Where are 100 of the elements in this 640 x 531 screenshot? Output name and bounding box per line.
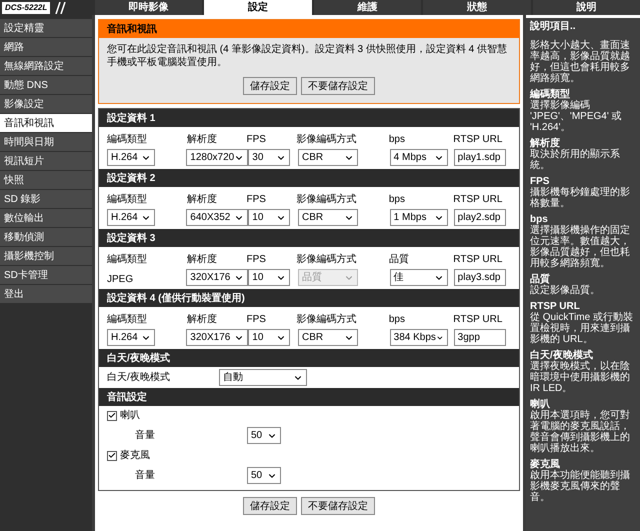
section-header: 音訊設定	[99, 388, 519, 406]
dropdown[interactable]: 佳	[390, 269, 448, 286]
field-label: 白天/夜晚模式	[107, 370, 171, 385]
column-label: 影像編碼方式	[296, 194, 356, 205]
dropdown[interactable]: 4 Mbps	[390, 149, 448, 166]
sidebar-item[interactable]: 音訊和視訊	[0, 114, 92, 132]
sidebar-item[interactable]: 網路	[0, 38, 92, 56]
dropdown[interactable]: 1 Mbps	[390, 209, 448, 226]
checkbox[interactable]	[107, 410, 117, 420]
form-button[interactable]: 不要儲存設定	[301, 497, 375, 515]
help-text: 設定影像品質。	[530, 285, 601, 296]
help-text: 取決於所用的顯示系統。	[530, 149, 621, 171]
panel-title: 音訊和視訊	[99, 20, 519, 38]
section-header: 設定資料 1	[99, 109, 519, 127]
column-label: 影像編碼方式	[296, 254, 356, 265]
column-label: FPS	[246, 314, 266, 325]
help-heading: 編碼類型	[530, 89, 571, 100]
help-text: 從 QuickTime 或行動裝置檢視時，用來連到攝影機的 URL。	[530, 312, 634, 345]
sidebar-item[interactable]: 快照	[0, 171, 92, 189]
checkbox-label: 喇叭	[120, 408, 140, 423]
sidebar-item[interactable]: 數位輸出	[0, 209, 92, 227]
dropdown[interactable]: 10	[248, 269, 290, 286]
sidebar-item[interactable]: 設定精靈	[0, 19, 92, 37]
sidebar-item[interactable]: 無線網路設定	[0, 57, 92, 75]
column-label: 編碼類型	[107, 314, 147, 325]
column-label: 解析度	[186, 314, 217, 325]
url-field[interactable]: play1.sdp	[454, 149, 506, 166]
dropdown[interactable]: 640X352	[186, 209, 248, 226]
nav-tab[interactable]: 說明	[532, 0, 640, 15]
sidebar-item[interactable]: SD 錄影	[0, 190, 92, 208]
column-label: bps	[388, 194, 405, 205]
checkbox[interactable]	[107, 450, 117, 460]
nav-tab[interactable]: 設定	[204, 0, 312, 15]
column-label: FPS	[246, 194, 266, 205]
dropdown[interactable]: 320X176	[186, 269, 248, 286]
help-text: 影格大小越大、畫面速率越高，影像品質就越好，但這也會耗用較多網路頻寬。	[530, 40, 631, 84]
check-icon	[108, 411, 116, 420]
help-heading: FPS	[530, 176, 550, 187]
help-text: 啟用本功能便能聽到攝影機麥克風傳來的聲音。	[530, 470, 631, 503]
intro-text: 您可在此設定音訊和視訊 (4 筆影像設定資料)。設定資料 3 供快照使用，設定資料 4 供智慧手機或平板電腦裝置使用。	[106, 42, 508, 69]
sidebar-item[interactable]: 攝影機控制	[0, 247, 92, 265]
sidebar-item[interactable]: SD卡管理	[0, 266, 92, 284]
help-heading: 解析度	[530, 138, 560, 149]
field-label: 音量	[134, 428, 156, 443]
help-heading: 喇叭	[530, 399, 550, 410]
column-label: RTSP URL	[453, 254, 502, 265]
dropdown[interactable]: CBR	[298, 149, 358, 166]
url-field[interactable]: play3.sdp	[454, 269, 506, 286]
dropdown[interactable]: 1280x720	[186, 149, 248, 166]
column-label: 影像編碼方式	[296, 314, 356, 325]
nav-tab[interactable]: 狀態	[423, 0, 531, 15]
column-label: 編碼類型	[107, 194, 147, 205]
column-label: 編碼類型	[107, 134, 147, 145]
form-button[interactable]: 儲存設定	[243, 77, 297, 95]
column-label: bps	[388, 134, 405, 145]
dropdown[interactable]: H.264	[107, 209, 155, 226]
sidebar-item[interactable]: 影像設定	[0, 95, 92, 113]
sidebar-item[interactable]: 移動偵測	[0, 228, 92, 246]
dropdown[interactable]: 30	[248, 149, 290, 166]
column-label: 解析度	[186, 254, 217, 265]
dropdown[interactable]: CBR	[298, 329, 358, 346]
dropdown[interactable]: 10	[248, 329, 290, 346]
help-text: 選擇攝影機操作的固定位元速率。數值越大，影像品質越好，但也耗用較多網路頻寬。	[530, 225, 631, 269]
column-label: FPS	[246, 134, 266, 145]
url-field[interactable]: 3gpp	[454, 329, 506, 346]
dropdown[interactable]: 50	[247, 467, 281, 484]
checkbox-label: 麥克風	[120, 448, 150, 463]
help-title: 說明項目..	[530, 21, 577, 32]
dropdown[interactable]: 320X176	[186, 329, 248, 346]
dropdown[interactable]: 50	[247, 427, 281, 444]
codec-value: JPEG	[107, 274, 134, 284]
sidebar-item[interactable]: 登出	[0, 285, 92, 303]
column-label: 編碼類型	[107, 254, 147, 265]
column-label: FPS	[246, 254, 266, 265]
nav-tab[interactable]: 維護	[314, 0, 422, 15]
field-label: 音量	[134, 468, 156, 483]
form-button[interactable]: 儲存設定	[243, 497, 297, 515]
column-label: 影像編碼方式	[296, 134, 356, 145]
form-button[interactable]: 不要儲存設定	[301, 77, 375, 95]
column-label: RTSP URL	[453, 134, 502, 145]
sidebar-item[interactable]: 動態 DNS	[0, 76, 92, 94]
url-field[interactable]: play2.sdp	[454, 209, 506, 226]
dropdown[interactable]: 384 Kbps	[390, 329, 448, 346]
column-label: 解析度	[186, 134, 217, 145]
column-label: 解析度	[186, 194, 217, 205]
dropdown[interactable]: 10	[248, 209, 290, 226]
column-label: 品質	[388, 254, 409, 265]
column-label: RTSP URL	[453, 194, 502, 205]
help-heading: 白天/夜晚模式	[530, 350, 594, 361]
help-text: 選擇影像編碼 'JPEG'、'MPEG4' 或 'H.264'。	[530, 100, 623, 133]
dropdown[interactable]: H.264	[107, 149, 155, 166]
sidebar-item[interactable]: 時間與日期	[0, 133, 92, 151]
dropdown[interactable]: CBR	[298, 209, 358, 226]
dropdown[interactable]: 自動	[219, 369, 307, 386]
nav-tab[interactable]: 即時影像	[95, 0, 202, 15]
sidebar-item[interactable]: 視訊短片	[0, 152, 92, 170]
help-heading: bps	[530, 214, 549, 225]
column-label: bps	[388, 314, 405, 325]
dropdown[interactable]: H.264	[107, 329, 155, 346]
section-header: 設定資料 2	[99, 169, 519, 187]
